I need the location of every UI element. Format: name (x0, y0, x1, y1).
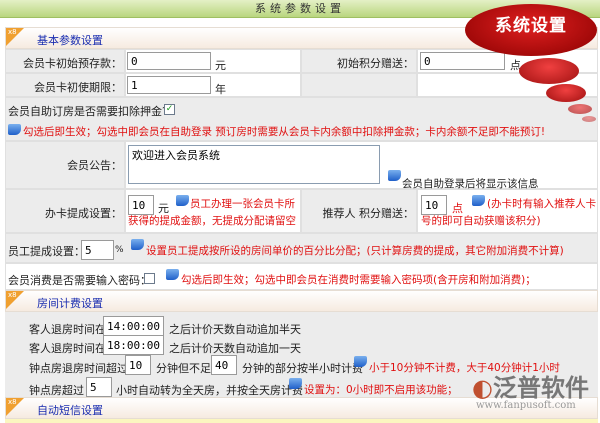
system-settings-badge: 系统设置 (465, 4, 597, 56)
conv-note: 设置为：0小时即不启用该功能； (304, 384, 458, 396)
section-tag: x8 (8, 291, 17, 299)
info-icon (354, 356, 367, 367)
hour-mid: 分钟但不足 (156, 362, 211, 375)
empty-cell (301, 73, 417, 97)
section-tag: x8 (8, 28, 17, 36)
half-time-input[interactable] (103, 316, 164, 336)
pwd-note: 勾选后即生效；勾选中即会员在消费时需要输入密码项(含开房和附加消费)； (181, 274, 536, 286)
prepay-input[interactable] (127, 52, 211, 70)
deposit-label: 会员自助订房是否需要扣除押金? (8, 105, 168, 118)
pwd-checkbox[interactable] (144, 273, 155, 284)
section-title: 自动短信设置 (37, 404, 103, 417)
period-input[interactable] (127, 76, 211, 94)
points-input[interactable] (420, 52, 505, 70)
hour-post: 分钟的部分按半小时计费 (242, 362, 363, 375)
prepay-unit: 元 (215, 59, 226, 72)
info-icon (289, 378, 302, 389)
deposit-note: 勾选后即生效；勾选中即会员在自助登录 预订房时需要从会员卡内余额中扣除押金款；卡… (23, 126, 546, 138)
conv-post: 小时自动转为全天房，并按全天房计费 (116, 384, 303, 397)
brand-logo: ◐泛普软件 (472, 374, 589, 402)
info-icon (131, 239, 144, 250)
full-pre: 客人退房时间在 (29, 342, 106, 355)
staff-note: 设置员工提成按所设的房间单价的百分比分配；(只计算房费的提成，其它附加消费不计算… (146, 245, 564, 257)
card-comm-label: 办卡提成设置： (5, 189, 125, 233)
yellow-strip (5, 419, 598, 423)
brand-url: www.fanpusoft.com (476, 400, 576, 411)
bubble-decoration (568, 104, 592, 114)
bubble-decoration (546, 84, 586, 102)
hour-min1-input[interactable] (125, 355, 151, 375)
period-label: 会员卡初使期限： (5, 73, 125, 97)
pwd-label: 会员消费是否需要输入密码： (8, 274, 151, 287)
info-icon (388, 170, 401, 181)
deposit-checkbox[interactable]: ✓ (164, 104, 175, 115)
ref-label: 推荐人 积分赠送： (301, 189, 417, 233)
staff-label: 员工提成设置： (8, 245, 85, 258)
section-room: x8 房间计费设置 (5, 290, 598, 312)
card-comm-note: 员工办理一张会员卡所获得的提成金额，无提成分配请留空 (128, 198, 296, 227)
brand-text: 泛普软件 (492, 374, 589, 402)
prepay-label: 会员卡初始预存款： (5, 49, 125, 73)
section-title: 房间计费设置 (37, 297, 103, 310)
section-tag: x8 (8, 398, 17, 406)
hour-min2-input[interactable] (211, 355, 237, 375)
points-label: 初始积分赠送： (301, 49, 417, 73)
ref-note: (办卡时有输入推荐人卡号的即可自动获赠该积分) (421, 198, 597, 227)
info-icon (8, 124, 21, 135)
full-time-input[interactable] (103, 335, 164, 355)
info-icon (166, 269, 179, 280)
notice-textarea[interactable]: 欢迎进入会员系统 (128, 145, 380, 184)
half-pre: 客人退房时间在 (29, 323, 106, 336)
staff-unit: % (115, 245, 124, 255)
bubble-decoration (519, 58, 579, 84)
conv-pre: 钟点房超过 (29, 384, 84, 397)
section-title: 基本参数设置 (37, 34, 103, 47)
hour-pre: 钟点房退房时间超过 (29, 362, 128, 375)
half-post: 之后计价天数自动追加半天 (169, 323, 301, 336)
full-post: 之后计价天数自动追加一天 (169, 342, 301, 355)
staff-input[interactable] (81, 240, 114, 260)
notice-label: 会员公告： (5, 141, 125, 189)
bubble-decoration (582, 116, 596, 122)
conv-input[interactable] (86, 377, 112, 397)
period-unit: 年 (215, 83, 226, 96)
